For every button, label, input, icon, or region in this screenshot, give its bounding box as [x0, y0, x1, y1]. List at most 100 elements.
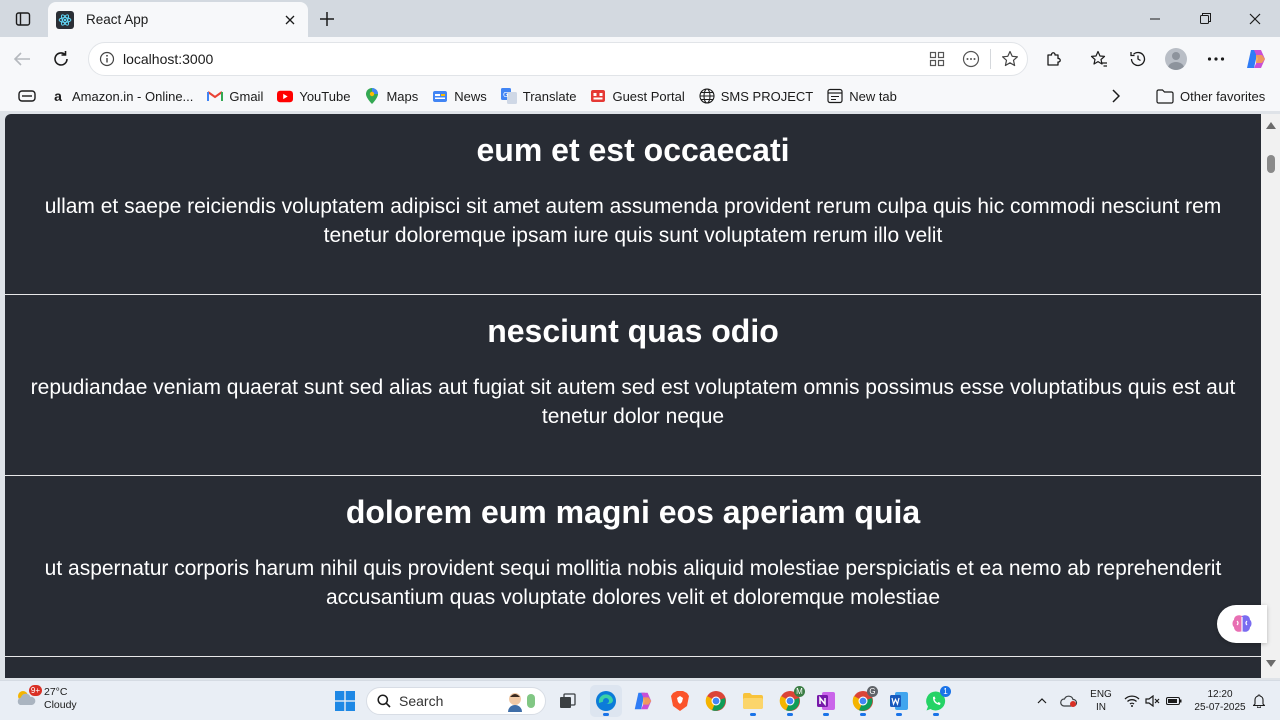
- favorite-label: Translate: [522, 88, 577, 104]
- taskbar-brave[interactable]: [664, 685, 696, 717]
- weather-condition: Cloudy: [44, 699, 77, 711]
- battery-icon: [1166, 696, 1182, 706]
- refresh-button[interactable]: [46, 44, 76, 74]
- scroll-down-icon[interactable]: [1265, 658, 1276, 668]
- clock-date: 25-07-2025: [1194, 702, 1246, 713]
- tab-actions-button[interactable]: [8, 6, 38, 32]
- copilot-icon: [634, 692, 652, 710]
- favorite-sms-project[interactable]: SMS PROJECT: [693, 83, 819, 109]
- post-title: eum et est occaecati: [476, 132, 790, 168]
- page-scrollbar[interactable]: [1261, 114, 1280, 678]
- site-info-icon[interactable]: [91, 43, 123, 75]
- address-url[interactable]: localhost:3000: [123, 51, 920, 67]
- favorite-translate[interactable]: G Translate: [495, 83, 583, 109]
- restore-button[interactable]: [1180, 0, 1230, 37]
- favorite-maps[interactable]: Maps: [358, 83, 424, 109]
- profile-button[interactable]: [1161, 44, 1191, 74]
- translate-icon: G: [500, 88, 517, 104]
- language-line1: ENG: [1090, 689, 1112, 700]
- favorite-amazon[interactable]: a Amazon.in - Online...: [44, 83, 199, 109]
- taskbar-word[interactable]: [883, 685, 915, 717]
- favorite-guest-portal[interactable]: Guest Portal: [584, 83, 690, 109]
- favorites-list-icon: [1090, 50, 1107, 67]
- post-title: nesciunt quas odio: [487, 313, 779, 349]
- favorite-label: Gmail: [229, 88, 264, 104]
- taskbar-chrome-profile-2[interactable]: G: [847, 685, 879, 717]
- scrollbar-thumb[interactable]: [1267, 155, 1275, 173]
- taskbar-copilot[interactable]: [627, 685, 659, 717]
- new-tab-button[interactable]: [314, 6, 340, 32]
- other-favorites-button[interactable]: Other favorites: [1150, 83, 1271, 109]
- browser-toolbar: localhost:3000: [0, 37, 1280, 81]
- taskbar-whatsapp[interactable]: 1: [920, 685, 952, 717]
- history-button[interactable]: [1123, 44, 1153, 74]
- taskbar-chrome-profile[interactable]: M: [774, 685, 806, 717]
- taskbar-chrome[interactable]: [700, 685, 732, 717]
- read-aloud-icon[interactable]: [954, 43, 988, 75]
- arrow-left-icon: [13, 52, 30, 66]
- tray-overflow-button[interactable]: [1034, 681, 1050, 720]
- app-available-icon[interactable]: [920, 43, 954, 75]
- refresh-icon: [54, 51, 68, 66]
- brave-icon: [671, 691, 689, 711]
- profile-badge: G: [867, 686, 878, 697]
- clock[interactable]: 12:20 25-07-2025: [1190, 681, 1250, 720]
- active-indicator: [896, 713, 902, 716]
- globe-icon: [699, 88, 715, 104]
- amazon-icon: a: [54, 88, 62, 104]
- language-indicator[interactable]: ENG IN: [1088, 681, 1114, 720]
- favorite-label: News: [454, 88, 487, 104]
- copilot-icon: [1247, 50, 1265, 68]
- favorite-youtube[interactable]: YouTube: [271, 83, 356, 109]
- settings-more-button[interactable]: [1201, 44, 1231, 74]
- weather-widget[interactable]: 9+ 27°C Cloudy: [14, 685, 77, 712]
- favorites-overflow-button[interactable]: [1104, 83, 1128, 109]
- search-label: Search: [399, 693, 444, 709]
- onenote-icon: [817, 692, 835, 710]
- copilot-sidebar-button[interactable]: [1217, 605, 1267, 643]
- favorites-button[interactable]: [1084, 44, 1114, 74]
- cloud-icon: 9+: [14, 685, 42, 709]
- omnibox-divider: [990, 49, 991, 69]
- address-bar[interactable]: localhost:3000: [88, 42, 1028, 76]
- minimize-button[interactable]: [1130, 0, 1180, 37]
- extensions-button[interactable]: [1039, 44, 1069, 74]
- back-button[interactable]: [7, 44, 37, 74]
- folder-icon: [743, 693, 763, 709]
- task-view-button[interactable]: [552, 685, 584, 717]
- windows-logo-icon: [335, 691, 355, 711]
- search-highlight-icon: [508, 693, 535, 712]
- search-icon: [377, 694, 391, 708]
- favorites-collections-button[interactable]: [12, 83, 42, 109]
- chevron-up-icon: [1037, 698, 1047, 704]
- favorite-new-tab[interactable]: New tab: [821, 83, 903, 109]
- quick-settings-button[interactable]: [1122, 681, 1184, 720]
- tray-app-icon[interactable]: [1058, 681, 1080, 720]
- favorite-gmail[interactable]: Gmail: [201, 83, 269, 109]
- favorite-label: YouTube: [299, 88, 351, 104]
- windows-taskbar: 9+ 27°C Cloudy Search M G 1 ENG IN 12:20…: [0, 680, 1280, 720]
- portal-icon: [590, 88, 606, 104]
- tab-close-icon[interactable]: [280, 10, 300, 30]
- language-line2: IN: [1095, 702, 1106, 713]
- task-view-icon: [560, 693, 576, 708]
- tab-react-app[interactable]: React App: [48, 2, 308, 37]
- taskbar-search[interactable]: Search: [366, 687, 546, 715]
- notifications-button[interactable]: [1252, 681, 1266, 720]
- avatar: [1165, 48, 1187, 70]
- taskbar-onenote[interactable]: [810, 685, 842, 717]
- start-button[interactable]: [329, 685, 361, 717]
- taskbar-file-explorer[interactable]: [737, 685, 769, 717]
- favorite-news[interactable]: News: [426, 83, 493, 109]
- svg-text:G: G: [503, 91, 508, 99]
- scroll-up-icon[interactable]: [1265, 120, 1276, 130]
- volume-muted-icon: [1145, 695, 1160, 707]
- copilot-button[interactable]: [1241, 44, 1271, 74]
- taskbar-edge[interactable]: [590, 685, 622, 717]
- post-item: dolorem eum magni eos aperiam quia ut as…: [5, 476, 1261, 657]
- word-icon: [890, 692, 908, 710]
- youtube-icon: [277, 88, 294, 104]
- close-window-button[interactable]: [1230, 0, 1280, 37]
- favorite-star-icon[interactable]: [993, 43, 1027, 75]
- favorite-label: SMS PROJECT: [720, 88, 814, 104]
